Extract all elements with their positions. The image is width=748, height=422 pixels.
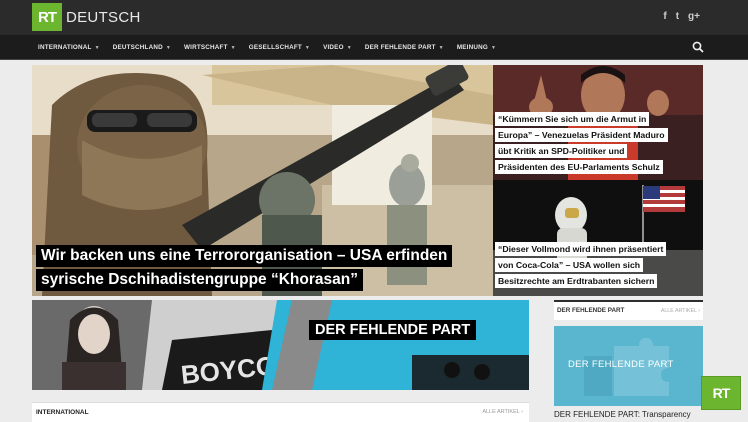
widget-header: DER FEHLENDE PART ALLE ARTIKEL ›: [554, 300, 703, 320]
nav-item-gesellschaft[interactable]: GESELLSCHAFT ▼: [249, 44, 310, 51]
hero-headline-line: syrische Dschihadistengruppe “Khorasan”: [36, 269, 363, 291]
all-articles-link[interactable]: ALLE ARTIKEL ›: [482, 409, 523, 415]
chevron-down-icon: ▼: [94, 44, 100, 51]
top-bar: RT DEUTSCH f t g+: [0, 0, 748, 35]
chevron-down-icon: ▼: [346, 44, 352, 51]
banner-image: BOYCOT: [32, 300, 529, 390]
der-fehlende-part-widget: DER FEHLENDE PART ALLE ARTIKEL › DER FEH…: [554, 300, 703, 419]
side-story-moon[interactable]: “Dieser Vollmond wird ihnen präsentiert …: [493, 180, 703, 296]
hero-headline[interactable]: Wir backen uns eine Terrororganisation –…: [36, 245, 453, 293]
hero-story[interactable]: Wir backen uns eine Terrororganisation –…: [32, 65, 493, 296]
logo-badge: RT: [32, 3, 62, 31]
nav-item-wirtschaft[interactable]: WIRTSCHAFT ▼: [184, 44, 236, 51]
nav-item-deutschland[interactable]: DEUTSCHLAND ▼: [113, 44, 171, 51]
widget-image-title: DER FEHLENDE PART: [568, 359, 674, 370]
search-icon[interactable]: [692, 41, 704, 53]
chevron-down-icon: ▼: [230, 44, 236, 51]
banner-title: DER FEHLENDE PART: [309, 320, 477, 340]
nav-item-international[interactable]: INTERNATIONAL ▼: [38, 44, 100, 51]
facebook-icon[interactable]: f: [663, 11, 666, 22]
nav-item-video[interactable]: VIDEO ▼: [323, 44, 352, 51]
widget-caption[interactable]: DER FEHLENDE PART: Transparency: [554, 410, 691, 419]
widget-all-articles-link[interactable]: ALLE ARTIKEL ›: [661, 308, 700, 314]
site-logo[interactable]: RT DEUTSCH: [32, 3, 141, 31]
side-story-maduro[interactable]: “Kümmern Sie sich um die Armut in Europa…: [493, 65, 703, 180]
side-story-headline: “Dieser Vollmond wird ihnen präsentiert …: [495, 242, 667, 290]
social-links: f t g+: [663, 11, 700, 22]
main-nav: INTERNATIONAL ▼ DEUTSCHLAND ▼ WIRTSCHAFT ▼ …: [0, 35, 748, 60]
nav-item-meinung[interactable]: MEINUNG ▼: [457, 44, 496, 51]
der-fehlende-part-banner[interactable]: BOYCOT DER FEHLENDE PART: [32, 300, 529, 390]
widget-image[interactable]: DER FEHLENDE PART: [554, 326, 703, 406]
section-label: INTERNATIONAL: [36, 409, 89, 416]
googleplus-icon[interactable]: g+: [688, 11, 700, 22]
nav-item-der-fehlende-part[interactable]: DER FEHLENDE PART ▼: [365, 44, 444, 51]
logo-text: DEUTSCH: [66, 8, 141, 26]
chevron-down-icon: ▼: [165, 44, 171, 51]
hero-headline-line: Wir backen uns eine Terrororganisation –…: [36, 245, 453, 267]
widget-label: DER FEHLENDE PART: [557, 307, 625, 314]
rt-watermark-logo: RT: [701, 376, 741, 410]
section-header-international: INTERNATIONAL ALLE ARTIKEL ›: [32, 402, 529, 422]
chevron-down-icon: ▼: [490, 44, 497, 51]
twitter-icon[interactable]: t: [676, 11, 679, 22]
chevron-down-icon: ▼: [438, 44, 444, 51]
side-story-headline: “Kümmern Sie sich um die Armut in Europa…: [495, 112, 668, 176]
chevron-down-icon: ▼: [304, 44, 311, 51]
